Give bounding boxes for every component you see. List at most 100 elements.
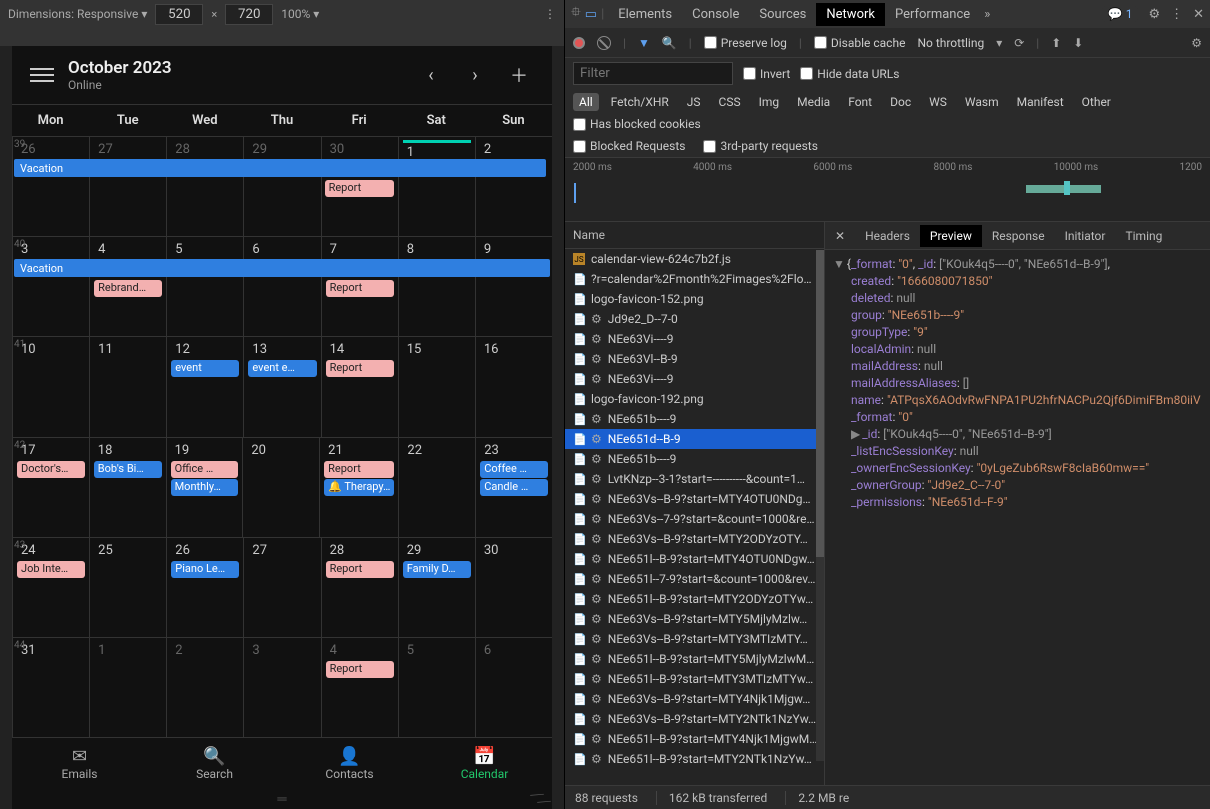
day-cell[interactable]: 6 <box>475 638 552 737</box>
request-row[interactable]: 📄⚙NEe651l--B-9?start=MTY3MTIzMTYw… <box>565 669 824 689</box>
blocked-requests-checkbox[interactable]: Blocked Requests <box>573 139 685 153</box>
day-cell[interactable]: 1 <box>398 137 475 236</box>
tab-sources[interactable]: Sources <box>749 3 816 26</box>
type-wasm[interactable]: Wasm <box>959 93 1005 111</box>
day-cell[interactable]: 3 <box>243 638 320 737</box>
request-row[interactable]: 📄⚙NEe63Vs--7-9?start=&count=1000&re… <box>565 509 824 529</box>
zoom-selector[interactable]: 100% ▾ <box>281 7 319 21</box>
throttling-select[interactable]: No throttling <box>917 36 984 50</box>
hide-data-urls-checkbox[interactable]: Hide data URLs <box>800 67 899 81</box>
event-chip[interactable]: Bob's Bi… <box>94 461 162 478</box>
device-width-input[interactable] <box>155 4 203 25</box>
multi-day-event[interactable]: Vacation <box>14 259 550 277</box>
download-har-icon[interactable]: ⬇ <box>1073 36 1083 50</box>
event-chip[interactable]: Coffee … <box>480 461 548 478</box>
invert-checkbox[interactable]: Invert <box>743 67 790 81</box>
event-chip[interactable]: Report <box>326 280 394 297</box>
detail-tab-headers[interactable]: Headers <box>855 225 920 247</box>
more-tabs-icon[interactable]: » <box>984 7 990 22</box>
day-cell[interactable]: 8 <box>398 237 475 336</box>
day-cell[interactable]: 10 <box>12 337 89 436</box>
day-cell[interactable]: 27 <box>89 137 166 236</box>
type-font[interactable]: Font <box>842 93 878 111</box>
request-row[interactable]: 📄⚙NEe63Vs--B-9?start=MTY2ODYzOTY… <box>565 529 824 549</box>
event-chip[interactable]: Monthly… <box>171 479 239 496</box>
day-cell[interactable]: 11 <box>89 337 166 436</box>
day-cell[interactable]: 5 <box>166 237 243 336</box>
tab-network[interactable]: Network <box>816 3 885 26</box>
request-row[interactable]: 📄?r=calendar%2Fmonth%2Fimages%2Flo… <box>565 269 824 289</box>
request-row[interactable]: 📄⚙NEe63Vi----9 <box>565 369 824 389</box>
type-media[interactable]: Media <box>791 93 836 111</box>
type-js[interactable]: JS <box>681 93 707 111</box>
event-chip[interactable]: Job Inte… <box>17 561 85 578</box>
nav-search[interactable]: 🔍Search <box>147 738 282 789</box>
event-chip[interactable]: Report <box>324 461 394 478</box>
day-cell[interactable]: 22 <box>398 438 475 537</box>
preview-body[interactable]: ▼{_format: "0", _id: ["KOuk4q5----0", "N… <box>825 250 1210 785</box>
nav-emails[interactable]: ✉Emails <box>12 738 147 789</box>
nav-calendar[interactable]: 📅Calendar <box>417 738 552 789</box>
network-conditions-icon[interactable]: ⟳ <box>1014 36 1024 50</box>
day-cell[interactable]: 31 <box>12 638 89 737</box>
request-row[interactable]: 📄logo-favicon-152.png <box>565 289 824 309</box>
day-cell[interactable]: 16 <box>475 337 552 436</box>
day-cell[interactable]: 2 <box>166 638 243 737</box>
day-cell[interactable]: 26Piano Le… <box>166 538 243 637</box>
day-cell[interactable]: 12event <box>166 337 243 436</box>
dimensions-selector[interactable]: Dimensions: Responsive ▾ <box>8 7 147 21</box>
request-row[interactable]: 📄⚙NEe651l--B-9?start=MTY2ODYzOTYw… <box>565 589 824 609</box>
record-button[interactable] <box>573 37 585 49</box>
request-row[interactable]: 📄⚙NEe651l--B-9?start=MTY2NTk1NzYw… <box>565 749 824 769</box>
request-row[interactable]: 📄⚙NEe651l--B-9?start=MTY5MjlyMzlwM… <box>565 649 824 669</box>
event-chip[interactable]: event <box>171 360 239 377</box>
third-party-checkbox[interactable]: 3rd-party requests <box>703 139 817 153</box>
upload-har-icon[interactable]: ⬆ <box>1051 36 1061 50</box>
event-chip[interactable]: Rebrand… <box>94 280 162 297</box>
day-cell[interactable]: 27 <box>243 538 320 637</box>
day-cell[interactable]: 9 <box>475 237 552 336</box>
device-more-icon[interactable]: ⋮ <box>544 7 556 21</box>
day-cell[interactable]: 6 <box>243 237 320 336</box>
detail-tab-response[interactable]: Response <box>982 225 1055 247</box>
tab-performance[interactable]: Performance <box>885 3 980 26</box>
day-cell[interactable]: 17Doctor's… <box>12 438 89 537</box>
day-cell[interactable]: 4Rebrand… <box>89 237 166 336</box>
event-chip[interactable]: Family D… <box>403 561 471 578</box>
event-chip[interactable]: Candle … <box>480 479 548 496</box>
day-cell[interactable]: 30 <box>475 538 552 637</box>
request-row[interactable]: 📄logo-favicon-192.png <box>565 389 824 409</box>
event-chip[interactable]: Doctor's… <box>17 461 85 478</box>
disable-cache-checkbox[interactable]: Disable cache <box>814 36 906 50</box>
name-column-header[interactable]: Name <box>565 222 824 249</box>
day-cell[interactable]: 26 <box>12 137 89 236</box>
device-height-input[interactable] <box>225 4 273 25</box>
kebab-icon[interactable]: ⋮ <box>1170 7 1183 22</box>
request-row[interactable]: 📄⚙NEe63Vi----9 <box>565 329 824 349</box>
event-chip[interactable]: Report <box>325 180 394 197</box>
request-row[interactable]: 📄⚙Jd9e2_D--7-0 <box>565 309 824 329</box>
type-doc[interactable]: Doc <box>884 93 917 111</box>
device-toggle-icon[interactable]: ▭ <box>585 7 597 22</box>
network-timeline[interactable]: 2000 ms 4000 ms 6000 ms 8000 ms 10000 ms… <box>565 158 1210 222</box>
day-cell[interactable]: 29 <box>243 137 320 236</box>
network-settings-icon[interactable]: ⚙ <box>1191 36 1202 50</box>
day-cell[interactable]: 3 <box>12 237 89 336</box>
request-row[interactable]: 📄⚙NEe63Vl--B-9 <box>565 349 824 369</box>
day-cell[interactable]: 14Report <box>321 337 398 436</box>
request-row[interactable]: 📄⚙NEe651d--B-9 <box>565 429 824 449</box>
prev-month-button[interactable]: ‹ <box>416 60 446 90</box>
day-cell[interactable]: 29Family D… <box>398 538 475 637</box>
request-row[interactable]: 📄⚙NEe63Vs--B-9?start=MTY4Njk1Mjgw… <box>565 689 824 709</box>
next-month-button[interactable]: › <box>460 60 490 90</box>
drag-handle-icon[interactable]: ═ <box>12 789 552 809</box>
request-row[interactable]: 📄⚙NEe63Vs--B-9?start=MTY2NTk1NzYw… <box>565 709 824 729</box>
day-cell[interactable]: 2 <box>475 137 552 236</box>
day-cell[interactable]: 1 <box>89 638 166 737</box>
event-chip[interactable]: event e… <box>248 360 316 377</box>
inspect-icon[interactable]: ⯐ <box>571 3 581 25</box>
request-row[interactable]: 📄⚙NEe651l--B-9?start=MTY4OTU0NDgw… <box>565 549 824 569</box>
type-all[interactable]: All <box>573 93 599 111</box>
filter-icon[interactable]: ▼ <box>638 36 650 50</box>
request-row[interactable]: 📄⚙NEe651l--7-9?start=&count=1000&rev… <box>565 569 824 589</box>
